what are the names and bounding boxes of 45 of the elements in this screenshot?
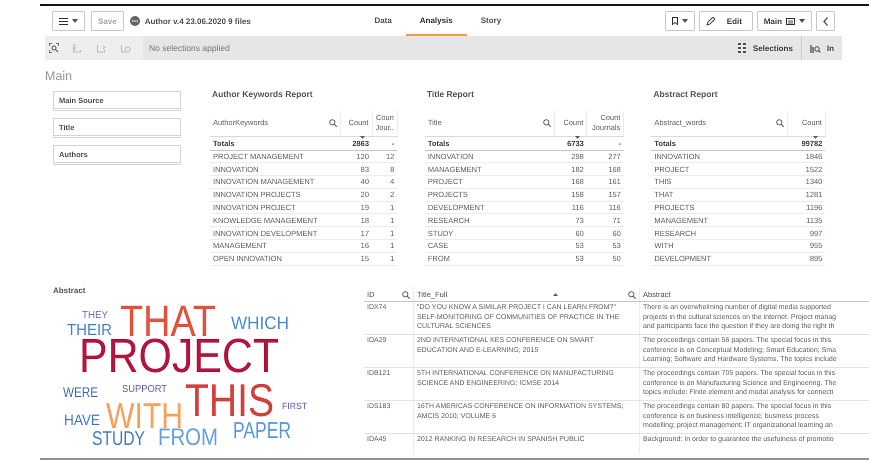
search-icon[interactable] (543, 119, 552, 128)
chart-title: Abstract (53, 286, 86, 297)
sort-icon[interactable] (813, 136, 818, 138)
pencil-icon (706, 16, 715, 26)
search-icon[interactable] (328, 119, 336, 128)
more-icon[interactable] (130, 16, 140, 26)
caret-icon (682, 19, 688, 23)
tab[interactable]: Story (466, 6, 516, 36)
selections-icon (738, 43, 747, 53)
caret-icon (72, 19, 78, 23)
cloud-word: WERE (63, 384, 105, 400)
cloud-word: THEY (82, 310, 109, 321)
cloud-word: FIRST (282, 401, 308, 411)
report-title: Title Report (426, 89, 475, 101)
search-icon[interactable] (402, 290, 410, 298)
back-button[interactable] (816, 11, 835, 31)
chevron-left-icon (822, 16, 828, 26)
search-icon[interactable] (776, 119, 784, 128)
report-title: Author Keywords Report (211, 89, 314, 101)
cloud-word: PAPER (233, 417, 310, 443)
tab[interactable]: Data (360, 6, 406, 36)
cloud-word: STUDY (92, 428, 160, 448)
sort-icon[interactable] (360, 136, 365, 138)
report-title: Abstract Report (652, 89, 719, 101)
sheet-icon (786, 18, 795, 24)
bookmark-button[interactable] (664, 11, 695, 31)
bookmark-icon (672, 17, 678, 25)
menu-button[interactable] (52, 11, 85, 31)
edit-button[interactable]: Edit (698, 11, 753, 31)
selections-button[interactable]: Selections (730, 36, 802, 60)
cloud-word: SUPPORT (122, 384, 170, 395)
cloud-word: WHICH (231, 313, 292, 333)
sheet-button[interactable]: Main (756, 11, 812, 31)
insights-button[interactable]: In (802, 36, 842, 60)
insights-icon (810, 44, 821, 52)
cloud-word: HAVE (64, 412, 104, 429)
menu-icon (59, 18, 68, 24)
app-title: Author v.4 23.06.2020 9 files (144, 16, 251, 26)
selection-status: No selections applied (149, 43, 230, 53)
selection-tool-icon[interactable] (49, 43, 59, 53)
sheet-title: Main (45, 68, 74, 84)
search-icon[interactable] (628, 290, 636, 298)
caret-icon (798, 19, 805, 23)
sort-icon[interactable] (574, 136, 580, 138)
sort-icon[interactable] (553, 293, 558, 296)
